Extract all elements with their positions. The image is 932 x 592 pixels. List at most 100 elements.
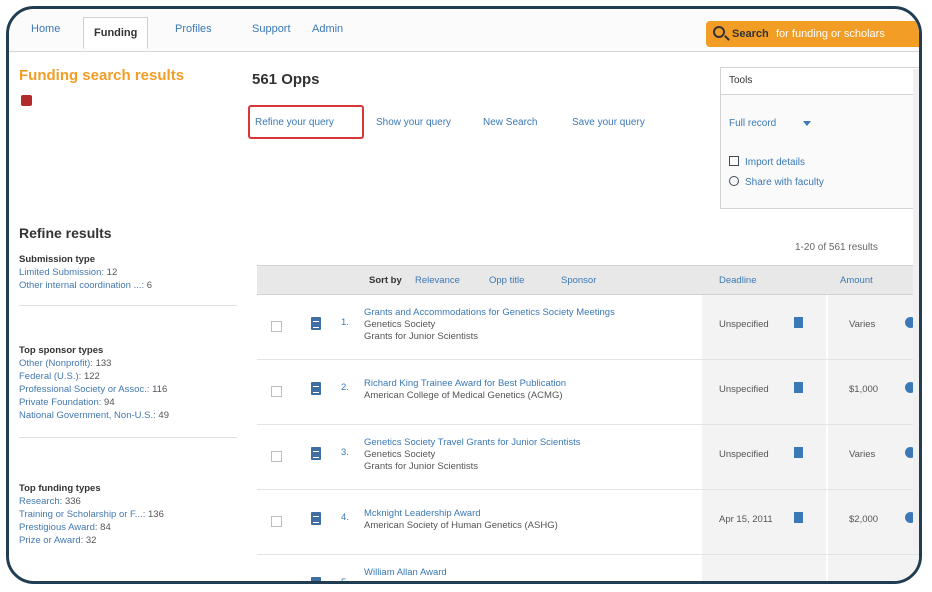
scrollbar[interactable] (913, 69, 919, 549)
sort-opp-title[interactable]: Opp title (489, 275, 524, 286)
facet-item[interactable]: Limited Submission: 12 (19, 266, 249, 279)
result-deadline: Unspecified (719, 384, 769, 395)
result-deadline: Unspecified (719, 319, 769, 330)
results-table: Sort by Relevance Opp title Sponsor Dead… (257, 265, 919, 584)
share-with-faculty-link[interactable]: Share with faculty (729, 176, 824, 188)
sort-amount[interactable]: Amount (840, 275, 873, 286)
row-checkbox[interactable] (271, 386, 282, 397)
search-label: Search (732, 28, 769, 40)
results-count: 1-20 of 561 results (795, 242, 878, 253)
facet-item[interactable]: Professional Society or Assoc.: 116 (19, 383, 249, 396)
share-icon (729, 176, 739, 186)
sort-deadline[interactable]: Deadline (719, 275, 757, 286)
result-title[interactable]: Mcknight Leadership Award American Socie… (364, 508, 694, 532)
facet-heading: Top funding types (19, 483, 101, 494)
facet-funding-types: Top funding types Research: 336 Training… (19, 482, 249, 547)
document-icon (311, 512, 321, 525)
refine-results-heading: Refine results (19, 225, 112, 241)
result-amount: Varies (849, 319, 876, 330)
import-details-link[interactable]: Import details (729, 156, 805, 168)
chevron-down-icon[interactable] (803, 121, 811, 126)
tab-profiles[interactable]: Profiles (175, 23, 212, 35)
record-format-select[interactable]: Full record (729, 118, 776, 129)
result-amount: Varies (849, 449, 876, 460)
result-title[interactable]: William Allan Award (364, 567, 694, 579)
opps-count: 561 Opps (252, 71, 320, 88)
facet-item[interactable]: Other internal coordination ...: 6 (19, 279, 249, 292)
result-deadline: Apr 15, 2011 (719, 514, 773, 525)
show-query-link[interactable]: Show your query (376, 117, 451, 128)
facet-heading: Submission type (19, 254, 96, 265)
facet-item[interactable]: Prize or Award: 32 (19, 534, 249, 547)
facet-submission-type: Submission type Limited Submission: 12 O… (19, 253, 249, 292)
facet-item[interactable]: Prestigious Award: 84 (19, 521, 249, 534)
result-amount: $1,000 (849, 384, 879, 395)
search-icon (713, 26, 725, 38)
facet-item[interactable]: Training or Scholarship or F...: 136 (19, 508, 249, 521)
tab-funding[interactable]: Funding (83, 17, 149, 49)
import-icon (729, 156, 739, 166)
tab-admin[interactable]: Admin (312, 23, 343, 35)
result-title[interactable]: Richard King Trainee Award for Best Publ… (364, 378, 694, 402)
table-row: 1. Grants and Accommodations for Genetic… (257, 295, 919, 360)
row-number: 4. (341, 512, 349, 523)
facet-item[interactable]: Federal (U.S.): 122 (19, 370, 249, 383)
facet-sponsor-types: Top sponsor types Other (Nonprofit): 133… (19, 344, 249, 422)
facet-heading: Top sponsor types (19, 345, 104, 356)
result-amount: $2,000 (849, 514, 879, 525)
sort-label: Sort by (369, 275, 402, 286)
row-number: 1. (341, 317, 349, 328)
calendar-icon[interactable] (794, 317, 803, 328)
row-number: 5. (341, 577, 349, 584)
document-icon (311, 317, 321, 330)
refine-query-link[interactable]: Refine your query (255, 117, 334, 128)
search-button[interactable]: Search for funding or scholars (706, 21, 919, 47)
facet-item[interactable]: Private Foundation: 94 (19, 396, 249, 409)
sort-relevance[interactable]: Relevance (415, 275, 460, 286)
table-row: 4. Mcknight Leadership Award American So… (257, 490, 919, 555)
search-hint: for funding or scholars (776, 28, 885, 40)
sort-sponsor[interactable]: Sponsor (561, 275, 596, 286)
calendar-icon[interactable] (794, 382, 803, 393)
new-search-link[interactable]: New Search (483, 117, 537, 128)
row-checkbox[interactable] (271, 321, 282, 332)
facet-item[interactable]: Other (Nonprofit): 133 (19, 357, 249, 370)
result-title[interactable]: Grants and Accommodations for Genetics S… (364, 307, 694, 343)
tools-header: Tools (721, 68, 919, 95)
save-query-link[interactable]: Save your query (572, 117, 645, 128)
top-navigation: Home Funding Profiles Support Admin Sear… (9, 9, 919, 52)
tools-panel: Tools Full record Import details Share w… (720, 67, 919, 209)
result-sponsor: Genetics Society (364, 319, 436, 330)
row-number: 2. (341, 382, 349, 393)
row-number: 3. (341, 447, 349, 458)
table-row: 5. William Allan Award (257, 555, 919, 584)
result-sponsor: Genetics Society (364, 449, 436, 460)
rss-icon[interactable] (21, 95, 32, 106)
divider (19, 305, 237, 306)
facet-item[interactable]: National Government, Non-U.S.: 49 (19, 409, 249, 422)
result-deadline: Unspecified (719, 449, 769, 460)
document-icon (311, 382, 321, 395)
row-checkbox[interactable] (271, 516, 282, 527)
table-row: 2. Richard King Trainee Award for Best P… (257, 360, 919, 425)
calendar-icon[interactable] (794, 512, 803, 523)
tab-home[interactable]: Home (31, 23, 60, 35)
browser-frame: Home Funding Profiles Support Admin Sear… (6, 6, 922, 584)
row-checkbox[interactable] (271, 581, 282, 584)
amount-cell (827, 555, 919, 581)
result-program: Grants for Junior Scientists (364, 461, 479, 472)
result-program: Grants for Junior Scientists (364, 331, 479, 342)
tab-support[interactable]: Support (252, 23, 291, 35)
table-header: Sort by Relevance Opp title Sponsor Dead… (257, 265, 919, 295)
result-sponsor: American Society of Human Genetics (ASHG… (364, 520, 558, 531)
facet-item[interactable]: Research: 336 (19, 495, 249, 508)
result-sponsor: American College of Medical Genetics (AC… (364, 390, 563, 401)
row-checkbox[interactable] (271, 451, 282, 462)
calendar-icon[interactable] (794, 447, 803, 458)
table-row: 3. Genetics Society Travel Grants for Ju… (257, 425, 919, 490)
document-icon (311, 447, 321, 460)
left-column: Funding search results Refine results Su… (19, 67, 239, 546)
divider (19, 437, 237, 438)
result-title[interactable]: Genetics Society Travel Grants for Junio… (364, 437, 694, 473)
deadline-cell (702, 555, 826, 581)
